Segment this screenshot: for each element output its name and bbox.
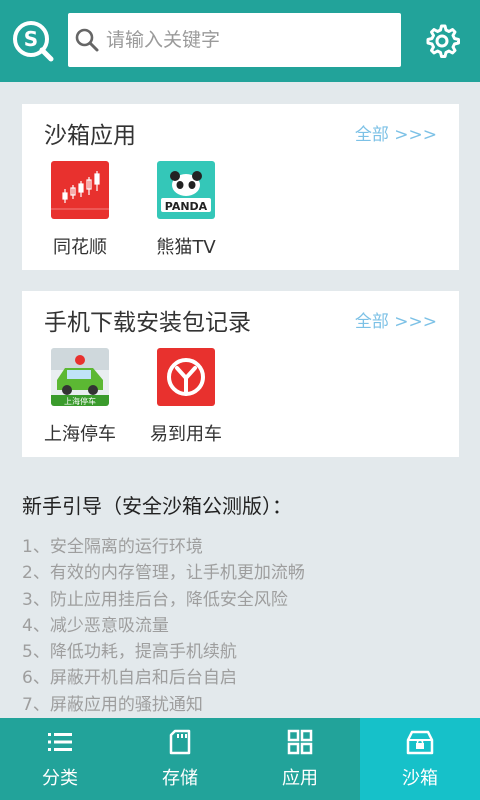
tab-category[interactable]: 分类	[0, 718, 120, 800]
app-name: 易到用车	[150, 424, 222, 445]
svg-text:PANDA: PANDA	[165, 200, 208, 213]
search-input[interactable]	[106, 29, 386, 51]
search-box[interactable]	[68, 13, 401, 67]
gear-icon[interactable]	[423, 22, 461, 60]
view-all-link[interactable]: 全部 >>>	[355, 307, 437, 332]
app-item-panda-tv[interactable]: PANDA 熊猫TV	[136, 161, 236, 259]
view-all-link[interactable]: 全部 >>>	[355, 120, 437, 145]
badge-label: 上海停车	[64, 396, 96, 406]
sd-card-icon	[169, 729, 191, 755]
tab-apps[interactable]: 应用	[240, 718, 360, 800]
list-item: 5、降低功耗，提高手机续航	[22, 642, 237, 663]
app-name: 上海停车	[44, 424, 116, 445]
download-records-card: 手机下载安装包记录 全部 >>> 上海停车 上海停车 易到用车	[22, 291, 459, 457]
search-icon	[75, 28, 99, 52]
list-icon	[48, 733, 72, 751]
top-bar: S	[0, 0, 480, 82]
list-item: 4、减少恶意吸流量	[22, 615, 169, 636]
tab-label: 存储	[162, 768, 198, 789]
shanghai-parking-icon: 上海停车	[51, 348, 109, 406]
sandbox-box-icon	[406, 730, 434, 755]
app-item-yidao[interactable]: 易到用车	[136, 348, 236, 446]
app-name: 同花顺	[53, 237, 107, 258]
list-item: 1、安全隔离的运行环境	[22, 537, 203, 557]
svg-text:S: S	[24, 27, 38, 51]
guide-title: 新手引导（安全沙箱公测版）：	[22, 494, 292, 518]
panda-tv-icon: PANDA	[157, 161, 215, 219]
grid-icon	[287, 729, 313, 755]
tab-storage[interactable]: 存储	[120, 718, 240, 800]
tab-label: 沙箱	[402, 768, 438, 789]
list-item: 3、防止应用挂后台，降低安全风险	[22, 589, 288, 610]
app-item-shanghai-parking[interactable]: 上海停车 上海停车	[30, 348, 130, 446]
list-item: 2、有效的内存管理，让手机更加流畅	[22, 563, 305, 584]
card-title: 沙箱应用	[44, 123, 136, 149]
sandbox-apps-card: 沙箱应用 全部 >>> 同花顺 PANDA 熊猫TV	[22, 104, 459, 270]
guide-list: 1、安全隔离的运行环境 2、有效的内存管理，让手机更加流畅 3、防止应用挂后台，…	[22, 534, 305, 718]
app-name: 熊猫TV	[156, 237, 216, 258]
stock-candlestick-icon	[51, 161, 109, 219]
tab-sandbox[interactable]: 沙箱	[360, 718, 480, 800]
card-title: 手机下载安装包记录	[44, 310, 251, 336]
tab-label: 分类	[42, 768, 78, 789]
app-item-tonghuashun[interactable]: 同花顺	[30, 161, 130, 259]
bottom-nav: 分类 存储 应用 沙箱	[0, 718, 480, 800]
list-item: 7、屏蔽应用的骚扰通知	[22, 694, 203, 715]
yidao-car-icon	[157, 348, 215, 406]
list-item: 6、屏蔽开机自启和后台自启	[22, 668, 237, 689]
tab-label: 应用	[282, 768, 318, 789]
sandbox-search-logo-icon[interactable]: S	[12, 20, 54, 62]
